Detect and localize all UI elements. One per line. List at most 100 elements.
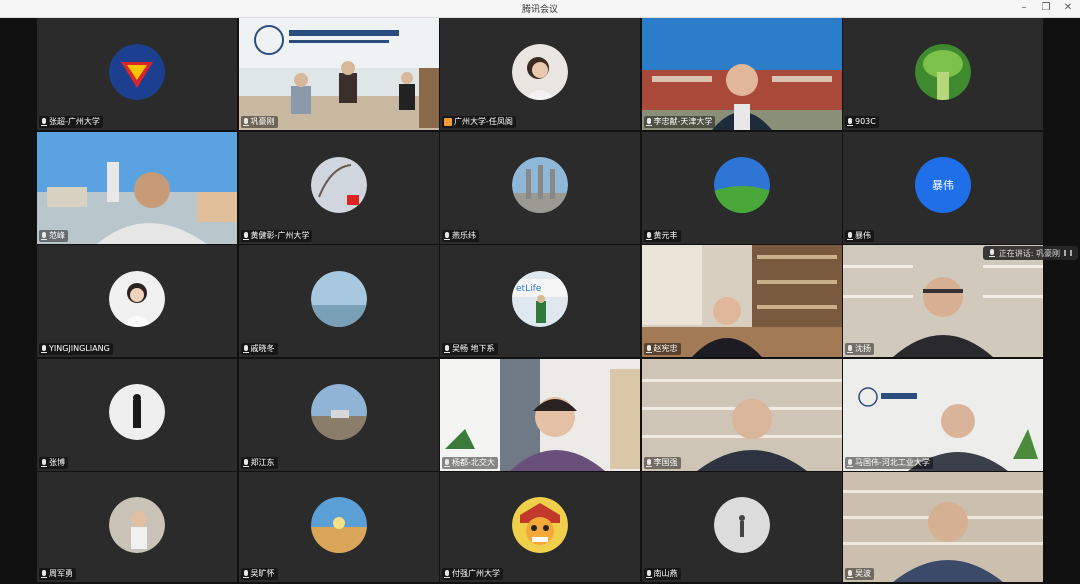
participant-nameplate: 李忠献-天津大学 xyxy=(643,116,716,128)
mic-icon xyxy=(242,458,249,467)
mic-icon xyxy=(847,458,853,467)
participant-tile[interactable]: 吴旷怀 xyxy=(238,472,439,582)
participant-tile[interactable]: 杨都-北交大 xyxy=(440,358,640,471)
participant-nameplate: 范峰 xyxy=(39,229,68,242)
participant-tile[interactable]: 903C xyxy=(843,18,1043,130)
participant-nameplate: 南山燕 xyxy=(643,568,681,580)
participant-nameplate: 黄健彰-广州大学 xyxy=(240,229,313,242)
minimize-icon[interactable]: – xyxy=(1018,1,1030,15)
video-feed xyxy=(641,245,842,357)
participant-name: 郑江东 xyxy=(250,457,275,467)
mic-icon xyxy=(645,458,652,467)
participant-tile[interactable]: 张超-广州大学 xyxy=(37,18,237,130)
participant-tile[interactable]: etLife 吴畅 地下系 xyxy=(440,245,640,357)
mic-icon xyxy=(41,231,47,240)
avatar: 暴伟 xyxy=(915,157,971,214)
participant-tile[interactable]: 广州大学-任凤阁 xyxy=(440,18,640,130)
participant-name: 杨都-北交大 xyxy=(452,457,495,467)
participant-tile[interactable]: 李忠献-天津大学 xyxy=(641,18,842,130)
participant-tile[interactable]: 张博 xyxy=(37,358,237,471)
participant-nameplate: 黄元丰 xyxy=(643,229,681,242)
avatar xyxy=(109,384,165,441)
volume-bar xyxy=(1070,250,1072,256)
participant-nameplate: 付强广州大学 xyxy=(442,568,503,580)
active-speaker-indicator: 正在讲话: 巩豪刚 xyxy=(982,246,1078,260)
participant-name: 巩豪刚 xyxy=(250,117,275,126)
participant-tile[interactable]: YINGJINGLIANG xyxy=(37,245,237,357)
participant-nameplate: 赵宪忠 xyxy=(643,343,681,355)
participant-name: 黄元丰 xyxy=(653,230,678,240)
avatar xyxy=(512,43,568,100)
participant-grid: 张超-广州大学 巩豪刚 广州大学-任凤阁 李忠献-天津大学 903C 范峰 黄健… xyxy=(37,18,1043,584)
restore-icon[interactable]: ❐ xyxy=(1040,1,1052,15)
svg-text:etLife: etLife xyxy=(516,284,542,294)
participant-tile[interactable]: 郑江东 xyxy=(238,358,439,471)
mic-icon xyxy=(988,249,995,257)
active-speaker-label: 正在讲话: 巩豪刚 xyxy=(998,248,1060,258)
participant-tile[interactable]: 黄健彰-广州大学 xyxy=(238,131,439,244)
participant-name: 吴旷怀 xyxy=(250,569,275,578)
participant-nameplate: 张超-广州大学 xyxy=(39,116,103,128)
participant-nameplate: 巩豪刚 xyxy=(240,116,278,128)
mic-icon xyxy=(41,570,47,578)
participant-nameplate: 沈扬 xyxy=(845,343,874,355)
mic-icon xyxy=(847,231,853,240)
participant-name: 903C xyxy=(855,117,876,126)
participant-name: 广州大学-任凤阁 xyxy=(454,117,513,126)
volume-bar xyxy=(1064,250,1066,256)
mic-icon xyxy=(444,458,450,467)
avatar xyxy=(109,270,165,327)
video-feed xyxy=(843,358,1043,471)
participant-nameplate: 戚晓冬 xyxy=(240,343,278,355)
participant-name: 吴畅 地下系 xyxy=(452,344,495,353)
participant-nameplate: 马国伟-河北工业大学 xyxy=(845,456,933,469)
video-feed xyxy=(843,245,1043,357)
participant-tile[interactable]: 周军勇 xyxy=(37,472,237,582)
participant-name: 范峰 xyxy=(49,230,65,240)
participant-tile[interactable]: 李国强 xyxy=(641,358,842,471)
participant-name: 付强广州大学 xyxy=(452,569,500,578)
avatar xyxy=(310,384,367,441)
participant-name: 李国强 xyxy=(653,457,678,467)
video-feed xyxy=(37,131,237,244)
avatar xyxy=(109,496,165,553)
participant-name: 张超-广州大学 xyxy=(49,117,100,126)
close-icon[interactable]: ✕ xyxy=(1062,1,1074,15)
participant-tile[interactable]: 燕乐纬 xyxy=(440,131,640,244)
avatar xyxy=(915,43,971,100)
screen-share-icon xyxy=(444,118,452,126)
participant-nameplate: 李国强 xyxy=(643,456,681,469)
avatar xyxy=(512,157,568,214)
video-feed xyxy=(238,18,439,130)
participant-nameplate: 张博 xyxy=(39,456,68,469)
avatar xyxy=(713,496,770,553)
participant-tile[interactable]: 黄元丰 xyxy=(641,131,842,244)
participant-name: 赵宪忠 xyxy=(653,344,678,353)
participant-tile[interactable]: 范峰 xyxy=(37,131,237,244)
participant-tile[interactable]: 暴伟 暴伟 xyxy=(843,131,1043,244)
participant-tile[interactable]: 吴波 xyxy=(843,472,1043,582)
participant-nameplate: 周军勇 xyxy=(39,568,76,580)
video-stage: 张超-广州大学 巩豪刚 广州大学-任凤阁 李忠献-天津大学 903C 范峰 黄健… xyxy=(0,18,1080,584)
participant-tile[interactable]: 付强广州大学 xyxy=(440,472,640,582)
avatar xyxy=(310,496,367,553)
participant-tile[interactable]: 沈扬 xyxy=(843,245,1043,357)
participant-tile[interactable]: 戚晓冬 xyxy=(238,245,439,357)
window-titlebar: 腾讯会议 – ❐ ✕ xyxy=(0,0,1080,18)
video-feed xyxy=(641,358,842,471)
video-feed xyxy=(440,358,640,471)
mic-icon xyxy=(847,345,853,353)
participant-tile[interactable]: 巩豪刚 xyxy=(238,18,439,130)
mic-icon xyxy=(41,118,47,126)
participant-nameplate: 吴波 xyxy=(845,568,874,580)
mic-icon xyxy=(645,345,652,353)
participant-tile[interactable]: 马国伟-河北工业大学 xyxy=(843,358,1043,471)
participant-nameplate: 暴伟 xyxy=(845,229,874,242)
participant-tile[interactable]: 南山燕 xyxy=(641,472,842,582)
mic-icon xyxy=(847,118,853,126)
mic-icon xyxy=(645,118,652,126)
mic-icon xyxy=(41,458,47,467)
participant-name: YINGJINGLIANG xyxy=(49,344,110,353)
participant-tile[interactable]: 赵宪忠 xyxy=(641,245,842,357)
mic-icon xyxy=(242,231,249,240)
